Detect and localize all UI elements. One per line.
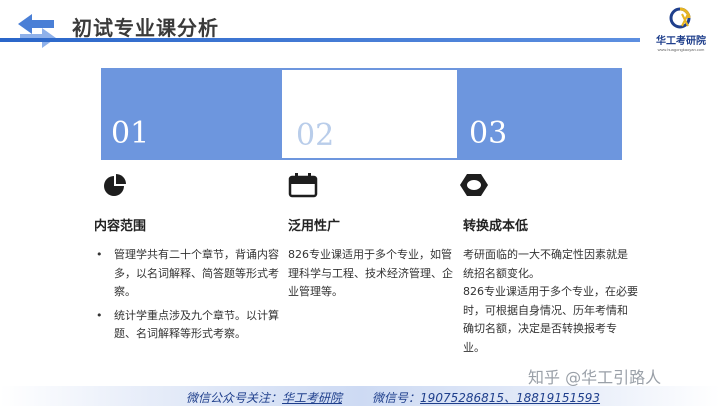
number-box-3: 03 [459, 68, 622, 160]
number-band: 01 02 03 [101, 68, 622, 160]
phone-label: 微信号： [372, 391, 421, 405]
hexagon-nut-icon [460, 174, 488, 196]
paragraph-text: 考研面临的一大不确定性因素就是统招名额变化。 [463, 248, 628, 280]
list-item: • 管理学共有二十个章节，背诵内容多，以名词解释、简答题等形式考察。 [94, 246, 284, 302]
slide-header: 初试专业课分析 华工考研院 www.huagongkaoyan.com [0, 0, 720, 56]
pie-chart-icon [104, 174, 126, 196]
wechat-label: 微信公众号关注： [186, 391, 283, 405]
paragraph-text: 826专业课适用于多个专业，在必要时，可根据自身情况、历年考情和确切名额，决定是… [463, 285, 638, 354]
number-label-2: 02 [296, 118, 335, 153]
logo-name: 华工考研院 [656, 36, 706, 47]
paragraph-text: 826专业课适用于多个专业，如管理科学与工程、技术经济管理、企业管理等。 [288, 248, 453, 298]
page-title: 初试专业课分析 [72, 16, 219, 40]
number-label-3: 03 [469, 116, 508, 151]
footer-contact: 微信公众号关注：华工考研院 微信号：19075286815、18819151593 [186, 389, 600, 406]
calendar-icon [288, 173, 318, 198]
swap-arrows-icon [18, 14, 56, 48]
column-heading-2: 泛用性广 [288, 219, 341, 234]
logo-mark-icon [669, 7, 691, 29]
number-box-1: 01 [101, 68, 280, 160]
column-heading-1: 内容范围 [94, 219, 147, 234]
number-box-2: 02 [280, 68, 459, 160]
logo-url: www.huagongkaoyan.com [657, 47, 705, 52]
number-label-1: 01 [111, 116, 150, 151]
bullet-icon: • [96, 248, 103, 261]
zhihu-watermark: 知乎 @华工引路人 [528, 368, 662, 387]
list-item: • 统计学重点涉及九个章节。以计算题、名词解释等形式考察。 [94, 307, 284, 344]
column-body-1: • 管理学共有二十个章节，背诵内容多，以名词解释、简答题等形式考察。 • 统计学… [94, 246, 284, 349]
header-divider [0, 38, 640, 42]
column-heading-3: 转换成本低 [463, 219, 529, 234]
brand-logo: 华工考研院 www.huagongkaoyan.com [648, 6, 714, 56]
column-body-2: 826专业课适用于多个专业，如管理科学与工程、技术经济管理、企业管理等。 [288, 246, 458, 302]
bullet-text-1: 管理学共有二十个章节，背诵内容多，以名词解释、简答题等形式考察。 [114, 248, 279, 298]
wechat-id-link[interactable]: 19075286815、18819151593 [420, 391, 600, 405]
bullet-text-2: 统计学重点涉及九个章节。以计算题、名词解释等形式考察。 [114, 308, 279, 341]
bullet-icon: • [96, 308, 103, 322]
column-body-3: 考研面临的一大不确定性因素就是统招名额变化。 826专业课适用于多个专业，在必要… [463, 246, 638, 357]
wechat-account-link[interactable]: 华工考研院 [282, 391, 342, 405]
